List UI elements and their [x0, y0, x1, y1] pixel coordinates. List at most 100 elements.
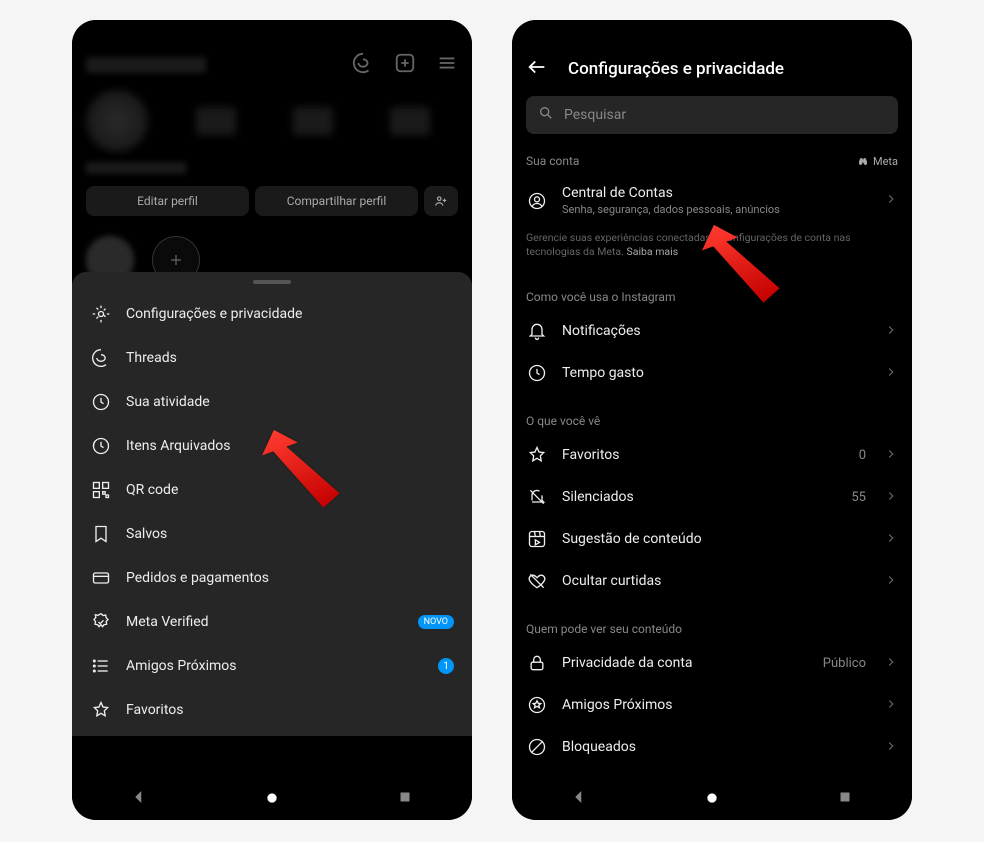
notifications-item[interactable]: Notificações — [512, 310, 912, 352]
reels-icon — [526, 529, 548, 549]
create-icon[interactable] — [394, 52, 416, 78]
search-placeholder: Pesquisar — [564, 107, 626, 123]
learn-more-link[interactable]: Saiba mais — [627, 245, 679, 258]
search-input[interactable]: Pesquisar — [526, 96, 898, 134]
star-circle-icon — [526, 695, 548, 715]
display-name — [86, 162, 186, 174]
sheet-label: Salvos — [126, 526, 454, 542]
following-stat — [390, 107, 430, 135]
sheet-label: Pedidos e pagamentos — [126, 570, 454, 586]
sheet-label: Configurações e privacidade — [126, 306, 454, 322]
section-what-you-see: O que você vê — [526, 414, 600, 428]
account-privacy-item[interactable]: Privacidade da conta Público — [512, 642, 912, 684]
threads-icon[interactable] — [352, 52, 374, 78]
card-icon — [90, 568, 112, 588]
user-circle-icon — [526, 191, 548, 211]
chevron-right-icon — [884, 654, 898, 673]
sheet-item-verified[interactable]: Meta Verified NOVO — [72, 600, 472, 644]
archive-icon — [90, 436, 112, 456]
new-badge: NOVO — [418, 615, 454, 629]
blocked-item[interactable]: Bloqueados — [512, 726, 912, 768]
sheet-label: Favoritos — [126, 702, 454, 718]
chevron-right-icon — [884, 488, 898, 507]
sheet-item-settings[interactable]: Configurações e privacidade — [72, 292, 472, 336]
section-usage: Como você usa o Instagram — [526, 290, 675, 304]
profile-header — [72, 44, 472, 82]
chevron-right-icon — [884, 572, 898, 591]
favorites-item[interactable]: Favoritos 0 — [512, 434, 912, 476]
sheet-label: Amigos Próximos — [126, 658, 424, 674]
followers-stat — [293, 107, 333, 135]
discover-people-button[interactable] — [424, 186, 458, 216]
star-icon — [90, 700, 112, 720]
chevron-right-icon — [884, 696, 898, 715]
time-spent-item[interactable]: Tempo gasto — [512, 352, 912, 394]
chevron-right-icon — [884, 446, 898, 465]
heart-off-icon — [526, 571, 548, 591]
chevron-right-icon — [884, 530, 898, 549]
nav-back-icon[interactable] — [130, 788, 148, 810]
status-bar — [72, 20, 472, 44]
sheet-label: Meta Verified — [126, 614, 404, 630]
block-icon — [526, 737, 548, 757]
close-friends-item[interactable]: Amigos Próximos — [512, 684, 912, 726]
section-your-account: Sua conta — [526, 154, 579, 168]
list-icon — [90, 656, 112, 676]
avatar[interactable] — [86, 90, 148, 152]
chevron-right-icon — [884, 322, 898, 341]
accounts-center-note: Gerencie suas experiências conectadas e … — [512, 227, 912, 270]
edit-profile-button[interactable]: Editar perfil — [86, 186, 249, 216]
meta-brand: Meta — [857, 155, 898, 168]
sheet-item-threads[interactable]: Threads — [72, 336, 472, 380]
clock-icon — [526, 363, 548, 383]
nav-recent-icon[interactable] — [836, 788, 854, 810]
phone-left: Editar perfil Compartilhar perfil Novo — [72, 20, 472, 820]
count-badge: 1 — [438, 658, 454, 674]
profile-info — [72, 82, 472, 160]
nav-back-icon[interactable] — [570, 788, 588, 810]
sheet-item-favorites[interactable]: Favoritos — [72, 688, 472, 732]
search-icon — [538, 105, 554, 125]
nav-home-icon[interactable] — [265, 790, 279, 809]
share-profile-button[interactable]: Compartilhar perfil — [255, 186, 418, 216]
android-nav-bar — [72, 778, 472, 820]
bell-icon — [526, 321, 548, 341]
back-icon[interactable] — [526, 56, 548, 82]
sheet-handle[interactable] — [253, 280, 291, 284]
status-bar — [512, 20, 912, 44]
sheet-item-qr[interactable]: QR code — [72, 468, 472, 512]
android-nav-bar — [512, 778, 912, 820]
gear-icon — [90, 304, 112, 324]
star-icon — [526, 445, 548, 465]
settings-header: Configurações e privacidade — [512, 44, 912, 90]
page-title: Configurações e privacidade — [568, 59, 784, 79]
posts-stat — [196, 107, 236, 135]
nav-recent-icon[interactable] — [396, 788, 414, 810]
nav-home-icon[interactable] — [705, 790, 719, 809]
sheet-item-close-friends[interactable]: Amigos Próximos 1 — [72, 644, 472, 688]
qr-code-icon — [90, 480, 112, 500]
content-suggestion-item[interactable]: Sugestão de conteúdo — [512, 518, 912, 560]
username-redacted — [86, 57, 206, 73]
sheet-item-archive[interactable]: Itens Arquivados — [72, 424, 472, 468]
chevron-right-icon — [884, 191, 898, 210]
sheet-label: Itens Arquivados — [126, 438, 454, 454]
lock-icon — [526, 653, 548, 673]
sheet-item-orders[interactable]: Pedidos e pagamentos — [72, 556, 472, 600]
bell-off-icon — [526, 487, 548, 507]
hamburger-menu-icon[interactable] — [436, 52, 458, 78]
clock-activity-icon — [90, 392, 112, 412]
bottom-sheet: Configurações e privacidade Threads Sua … — [72, 272, 472, 736]
verified-badge-icon — [90, 612, 112, 632]
chevron-right-icon — [884, 364, 898, 383]
phone-right: Configurações e privacidade Pesquisar Su… — [512, 20, 912, 820]
chevron-right-icon — [884, 738, 898, 757]
accounts-center-item[interactable]: Central de Contas Senha, segurança, dado… — [512, 174, 912, 227]
sheet-item-activity[interactable]: Sua atividade — [72, 380, 472, 424]
section-who-sees: Quem pode ver seu conteúdo — [526, 622, 682, 636]
muted-item[interactable]: Silenciados 55 — [512, 476, 912, 518]
hide-likes-item[interactable]: Ocultar curtidas — [512, 560, 912, 602]
bookmark-icon — [90, 524, 112, 544]
accounts-center-subtitle: Senha, segurança, dados pessoais, anúnci… — [562, 203, 870, 216]
sheet-item-saved[interactable]: Salvos — [72, 512, 472, 556]
